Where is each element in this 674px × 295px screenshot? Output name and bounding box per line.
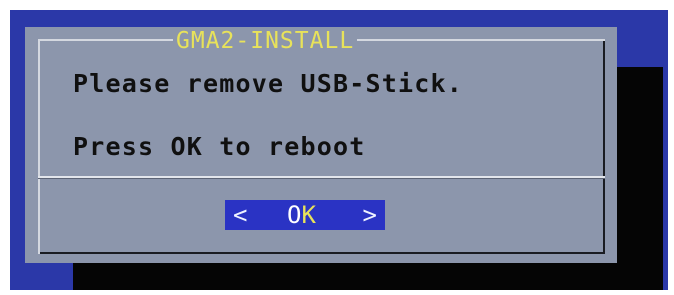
console-screen: GMA2-INSTALL Please remove USB-Stick. Pr… [10, 10, 668, 290]
dialog-frame-highlight-left [38, 39, 40, 254]
dialog-title: GMA2-INSTALL [173, 27, 358, 55]
ok-button-label: OK [287, 200, 316, 230]
install-dialog: GMA2-INSTALL Please remove USB-Stick. Pr… [25, 27, 617, 263]
ok-button-left-bracket: < [233, 201, 248, 229]
message-remove-usb: Please remove USB-Stick. [73, 69, 464, 98]
ok-button-right-bracket: > [362, 201, 377, 229]
message-press-ok: Press OK to reboot [73, 132, 366, 161]
ok-button-label-text: O [287, 201, 302, 229]
ok-button-hotkey-letter: K [301, 201, 316, 229]
dialog-divider-shade [38, 178, 605, 179]
ok-button[interactable]: < OK > [225, 200, 385, 230]
